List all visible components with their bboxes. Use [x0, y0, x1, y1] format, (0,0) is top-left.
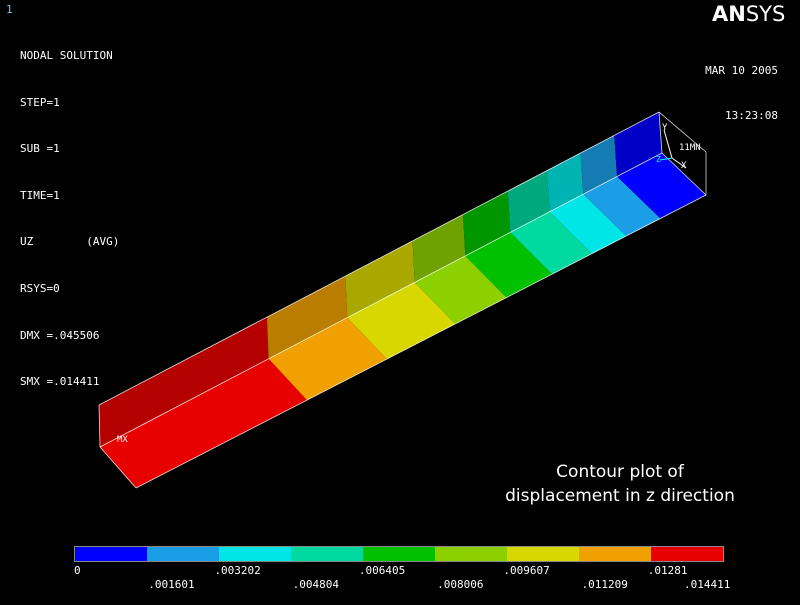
legend-color-3: [291, 547, 363, 561]
beam-top-face: [99, 112, 662, 447]
node-label: 11MN: [679, 143, 701, 153]
legend-color-2: [219, 547, 291, 561]
svg-text:Y: Y: [662, 123, 668, 133]
svg-text:X: X: [681, 161, 687, 171]
legend-color-4: [363, 547, 435, 561]
max-label: MX: [117, 435, 128, 445]
legend-label-upper-0: 0: [74, 564, 81, 577]
legend-label-upper-3: .009607: [503, 564, 550, 577]
legend-color-0: [75, 547, 147, 561]
contour-legend-bar: [74, 546, 724, 562]
legend-label-upper-4: .01281: [647, 564, 688, 577]
legend-color-5: [435, 547, 507, 561]
beam-front-face: [100, 153, 706, 488]
beam-edge-1: [99, 152, 663, 448]
caption-line2: displacement in z direction: [505, 486, 735, 506]
legend-color-6: [507, 547, 579, 561]
plot-caption: Contour plot of displacement in z direct…: [470, 460, 770, 508]
beam-model-view[interactable]: MX Y X Z 11MN: [0, 0, 800, 540]
legend-label-lower-2: .008006: [437, 578, 484, 591]
legend-color-7: [579, 547, 651, 561]
legend-color-8: [651, 547, 723, 561]
legend-label-upper-1: .003202: [214, 564, 261, 577]
legend-label-lower-3: .011209: [581, 578, 628, 591]
legend-color-1: [147, 547, 219, 561]
legend-label-lower-0: .001601: [148, 578, 195, 591]
legend-label-lower-4: .014411: [684, 578, 731, 591]
caption-line1: Contour plot of: [556, 462, 684, 482]
legend-label-lower-1: .004804: [292, 578, 340, 591]
svg-text:Z: Z: [656, 155, 661, 164]
legend-label-upper-2: .006405: [358, 564, 406, 577]
